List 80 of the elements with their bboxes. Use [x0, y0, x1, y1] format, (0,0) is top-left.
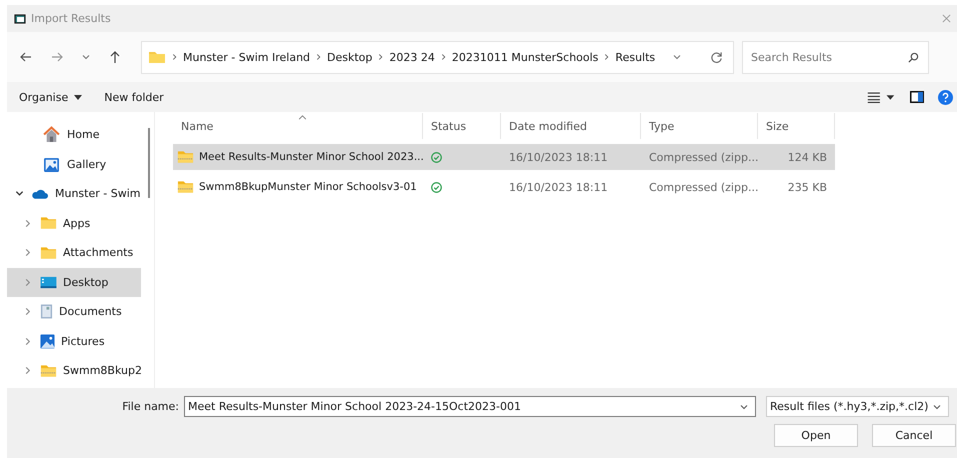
file-row[interactable]: Swmm8BkupMunster Minor Schoolsv3-01 16/10/2023 18:11 Compressed (zipp... 235 KB [173, 174, 835, 200]
chevron-right-icon[interactable] [23, 218, 32, 228]
column-header[interactable]: Status [423, 113, 501, 139]
folder-icon [148, 50, 166, 64]
file-name: Swmm8BkupMunster Minor Schoolsv3-01 [199, 181, 417, 193]
cloud-icon [31, 188, 48, 200]
navigation-item[interactable]: Pictures [7, 326, 141, 356]
recent-chevron-icon[interactable] [81, 52, 91, 62]
column-header[interactable]: Type [641, 113, 758, 139]
chevron-right-icon [378, 53, 384, 61]
breadcrumb-item[interactable]: Desktop [327, 50, 372, 64]
close-icon[interactable] [942, 14, 951, 23]
breadcrumb-item[interactable]: 2023 24 [389, 50, 435, 64]
navigation-item[interactable]: Gallery [7, 150, 141, 179]
breadcrumb-item[interactable]: Munster - Swim Ireland [183, 50, 310, 64]
scrollbar-thumb[interactable] [148, 128, 150, 198]
file-size: 235 KB [786, 180, 828, 194]
dropdown-chevron-icon[interactable] [672, 52, 682, 62]
app-icon [14, 12, 26, 24]
navigation-item[interactable]: Attachments [7, 238, 141, 268]
cancel-button[interactable]: Cancel [872, 424, 956, 447]
refresh-icon[interactable] [710, 50, 723, 64]
date-modified: 16/10/2023 18:11 [508, 150, 609, 164]
caret-icon [74, 94, 82, 100]
chevron-down-icon[interactable] [15, 189, 24, 198]
file-name: Meet Results-Munster Minor School 2023... [199, 151, 424, 163]
navigation-item[interactable]: Home [7, 120, 141, 150]
zip-folder-icon [177, 180, 194, 194]
back-arrow-icon[interactable] [19, 50, 33, 64]
new-folder-button[interactable]: New folder [100, 88, 168, 106]
chevron-right-icon[interactable] [23, 366, 32, 376]
chevron-right-icon[interactable] [23, 336, 32, 346]
chevron-right-icon [604, 53, 610, 61]
home-icon [43, 126, 60, 144]
breadcrumb-item[interactable]: 20231011 MunsterSchools [452, 50, 598, 64]
breadcrumb-item[interactable]: Results [615, 50, 656, 64]
navigation-item[interactable]: Swmm8Bkup2 [7, 356, 141, 386]
open-button[interactable]: Open [774, 424, 858, 447]
view-options-icon[interactable] [866, 92, 896, 102]
file-type: Compressed (zipp... [648, 150, 758, 164]
synced-check-icon [431, 152, 442, 162]
up-arrow-icon[interactable] [108, 50, 122, 64]
column-header[interactable]: Name [173, 113, 423, 139]
synced-check-icon [431, 182, 442, 192]
sort-caret-icon [298, 115, 306, 120]
gallery-icon [43, 156, 60, 173]
document-icon [40, 304, 53, 320]
desktop-icon [40, 276, 57, 289]
chevron-right-icon[interactable] [23, 248, 32, 258]
folder-icon [40, 216, 57, 230]
chevron-right-icon [316, 53, 322, 61]
file-type-dropdown[interactable]: Result files (*.hy3,*.zip,*.cl2) [766, 396, 949, 417]
window-title: Import Results [31, 12, 111, 25]
file-name-field[interactable]: Meet Results-Munster Minor School 2023-24-15Oct2023-001 [184, 396, 756, 417]
file-row[interactable]: Meet Results-Munster Minor School 2023... 16/10/2023 18:11 Compressed (zipp... 124 KB [173, 144, 835, 170]
preview-pane-icon[interactable] [910, 91, 924, 103]
date-modified: 16/10/2023 18:11 [508, 180, 609, 194]
column-header[interactable]: Date modified [501, 113, 641, 139]
organise-button[interactable]: Organise [15, 88, 86, 106]
navigation-item[interactable]: Munster - Swim [7, 179, 141, 208]
address-bar[interactable]: Munster - Swim Ireland Desktop 2023 24 20231011 MunsterSchools Results [141, 40, 734, 74]
zip-folder-icon [40, 364, 57, 378]
file-size: 124 KB [786, 150, 828, 164]
file-type: Compressed (zipp... [648, 180, 758, 194]
help-icon[interactable] [938, 90, 953, 104]
navigation-item[interactable]: Documents [7, 297, 141, 326]
search-field[interactable]: Search Results [742, 40, 929, 74]
column-header[interactable]: Size [758, 113, 835, 139]
chevron-right-icon [440, 53, 446, 61]
zip-folder-icon [177, 150, 194, 164]
navigation-item[interactable]: Desktop [7, 268, 141, 297]
forward-arrow-icon[interactable] [50, 50, 64, 64]
search-icon [908, 52, 919, 62]
chevron-right-icon [172, 53, 177, 61]
picture-icon [40, 334, 55, 349]
chevron-right-icon[interactable] [23, 307, 32, 316]
file-name-label: File name: [121, 400, 180, 413]
navigation-item[interactable]: Apps [7, 208, 141, 238]
folder-icon [40, 246, 57, 260]
chevron-right-icon[interactable] [23, 278, 32, 287]
